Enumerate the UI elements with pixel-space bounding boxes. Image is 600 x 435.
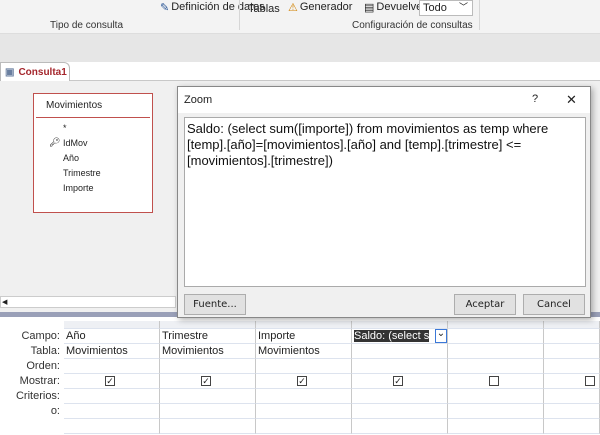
show-cell[interactable]: ✓	[160, 374, 256, 389]
show-checkbox[interactable]: ✓	[105, 376, 115, 386]
group-label-query-setup: Configuración de consultas	[352, 20, 473, 31]
field-idmov[interactable]: 🔑︎ IdMov	[34, 137, 152, 152]
table-cell[interactable]	[544, 344, 600, 359]
criteria-cell[interactable]	[448, 389, 544, 404]
key-icon: 🔑︎	[49, 137, 61, 147]
field-cell[interactable]: Importe	[256, 329, 352, 344]
chevron-down-icon[interactable]: ⌄	[435, 329, 447, 343]
criteria-cell[interactable]	[352, 389, 448, 404]
row-label: Criterios:	[15, 390, 60, 402]
show-cell[interactable]: ✓	[64, 374, 160, 389]
sort-cell[interactable]	[256, 359, 352, 374]
query-icon: ▣	[5, 66, 15, 78]
show-cell[interactable]: ✓	[256, 374, 352, 389]
field-cell[interactable]: Saldo: (select s ⌄	[352, 329, 448, 344]
or-cell[interactable]	[64, 404, 160, 419]
ok-button[interactable]: Aceptar	[454, 294, 516, 315]
returns-select[interactable]: Todo ﹀	[419, 0, 473, 16]
or-cell[interactable]	[448, 404, 544, 419]
sort-cell[interactable]	[448, 359, 544, 374]
ribbon: ✎ Definición de datos Tablas ⚠ Generador ▤…	[0, 0, 600, 34]
or-cell[interactable]	[160, 404, 256, 419]
sort-cell[interactable]	[352, 359, 448, 374]
column-selector[interactable]	[352, 321, 448, 329]
zoom-text-area[interactable]: Saldo: (select sum([importe]) from movim…	[184, 117, 586, 287]
sort-cell[interactable]	[544, 359, 600, 374]
criteria-cell[interactable]	[160, 389, 256, 404]
criteria-cell[interactable]	[544, 389, 600, 404]
blank-cell[interactable]	[64, 419, 160, 434]
table-cell[interactable]: Movimientos	[256, 344, 352, 359]
document-tab-bar	[0, 62, 600, 81]
font-button[interactable]: Fuente...	[184, 294, 246, 315]
show-checkbox[interactable]	[489, 376, 499, 386]
returns-icon: ▤	[364, 1, 375, 14]
field-ano[interactable]: Año	[34, 152, 152, 167]
sort-cell[interactable]	[64, 359, 160, 374]
builder-button[interactable]: ⚠ Generador	[288, 0, 352, 14]
scroll-left-icon: ◀	[2, 299, 8, 306]
blank-cell[interactable]	[160, 419, 256, 434]
zoom-dialog: Zoom ? ✕ Saldo: (select sum([importe]) f…	[177, 86, 591, 318]
column-selector[interactable]	[64, 321, 160, 329]
table-cell[interactable]	[448, 344, 544, 359]
tab-consulta1[interactable]: ▣ Consulta1	[0, 62, 70, 81]
row-label: Orden:	[26, 360, 60, 372]
table-title: Movimientos	[36, 94, 150, 118]
or-cell[interactable]	[256, 404, 352, 419]
or-cell[interactable]	[352, 404, 448, 419]
column-selector[interactable]	[256, 321, 352, 329]
column-selector[interactable]	[160, 321, 256, 329]
table-cell[interactable]: Movimientos	[64, 344, 160, 359]
blank-cell[interactable]	[352, 419, 448, 434]
group-label-query-type: Tipo de consulta	[50, 20, 124, 31]
ribbon-gap	[0, 34, 600, 62]
returns-label: ▤ Devuelve:	[364, 1, 426, 14]
cancel-button[interactable]: Cancel	[523, 294, 585, 315]
criteria-cell[interactable]	[256, 389, 352, 404]
show-checkbox[interactable]: ✓	[201, 376, 211, 386]
row-label: Mostrar:	[19, 375, 60, 387]
field-importe[interactable]: Importe	[34, 182, 152, 197]
show-checkbox[interactable]	[585, 376, 595, 386]
sort-cell[interactable]	[160, 359, 256, 374]
row-label: o:	[50, 405, 60, 417]
dialog-title: Zoom	[184, 94, 213, 106]
show-checkbox[interactable]: ✓	[297, 376, 307, 386]
builder-icon: ⚠	[288, 1, 298, 14]
data-definition-icon: ✎	[160, 1, 170, 14]
show-cell[interactable]	[448, 374, 544, 389]
field-cell[interactable]	[448, 329, 544, 344]
field-trimestre[interactable]: Trimestre	[34, 167, 152, 182]
tables-button[interactable]: Tablas	[248, 2, 280, 16]
or-cell[interactable]	[544, 404, 600, 419]
row-label: Campo:	[21, 330, 60, 342]
criteria-cell[interactable]	[64, 389, 160, 404]
horizontal-scrollbar[interactable]: ◀	[0, 296, 176, 308]
table-cell[interactable]: Movimientos	[160, 344, 256, 359]
show-cell[interactable]: ✓	[352, 374, 448, 389]
column-selector[interactable]	[544, 321, 600, 329]
field-cell[interactable]: Trimestre	[160, 329, 256, 344]
table-movimientos[interactable]: Movimientos * 🔑︎ IdMov Año Trimestre Impo…	[33, 93, 153, 213]
blank-cell[interactable]	[256, 419, 352, 434]
chevron-down-icon: ﹀	[458, 2, 468, 12]
blank-cell[interactable]	[544, 419, 600, 434]
field-cell[interactable]: Año	[64, 329, 160, 344]
close-icon[interactable]: ✕	[566, 92, 577, 108]
row-label: Tabla:	[30, 345, 60, 357]
query-grid: Campo: Tabla: Orden: Mostrar: Criterios: o: Añ…	[0, 317, 600, 435]
blank-cell[interactable]	[448, 419, 544, 434]
help-button[interactable]: ?	[532, 93, 538, 105]
field-all[interactable]: *	[34, 122, 152, 137]
table-cell[interactable]	[352, 344, 448, 359]
show-checkbox[interactable]: ✓	[393, 376, 403, 386]
field-cell[interactable]	[544, 329, 600, 344]
show-cell[interactable]	[544, 374, 600, 389]
column-selector[interactable]	[448, 321, 544, 329]
